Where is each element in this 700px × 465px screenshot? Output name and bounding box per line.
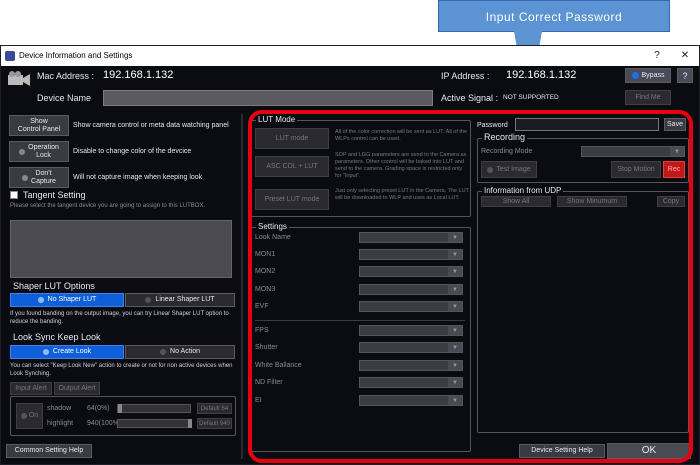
ip-value: 192.168.1.132 [506,69,577,81]
create-look-option[interactable]: Create Look [10,345,124,359]
show-control-panel-desc: Show camera control or meta data watchin… [73,122,229,129]
no-action-option[interactable]: No Action [125,345,235,359]
dont-capture-button[interactable]: Don't Capture [9,167,69,188]
active-signal-value: NOT SUPPORTED [503,94,559,101]
tangent-device-list[interactable] [10,220,232,278]
bypass-button[interactable]: Bypass [625,68,671,83]
shaper-desc: If you found banding on the output image… [10,311,229,325]
look-sync-desc: You can select "Keep Look New" action to… [10,363,233,377]
tangent-checkbox[interactable] [10,191,18,199]
operation-lock-desc: Disable to change color of the devcice [73,148,192,155]
title-bar: Device Information and Settings ? ✕ [1,46,699,66]
password-callout: Input Correct Password [438,0,670,32]
operation-lock-button[interactable]: Operation Lock [9,141,69,162]
alert-on-button[interactable]: On [16,403,43,429]
ip-label: IP Address : [441,71,490,81]
highlight-label: highlight [47,420,74,427]
alert-on-indicator [20,413,27,419]
create-look-label: Create Look [52,348,92,355]
linear-shaper-radio [145,297,152,303]
dont-capture-desc: Will not capture image when keeping look [73,174,203,181]
create-look-radio [42,349,49,355]
operation-lock-label: Operation Lock [28,143,59,159]
linear-shaper-label: Linear Shaper LUT [155,296,215,303]
find-me-button[interactable]: Find Me [625,90,671,105]
common-setting-help-button[interactable]: Common Setting Help [6,444,92,458]
highlight-slider-thumb[interactable] [188,419,192,428]
bypass-indicator [631,72,639,79]
window-title: Device Information and Settings [19,51,133,60]
shadow-default-button[interactable]: Default 64 [197,403,232,414]
alert-panel [10,396,236,436]
mac-label: Mac Address : [37,71,95,81]
app-icon [5,51,15,61]
active-signal-label: Active Signal : [441,93,499,103]
highlight-default-button[interactable]: Default 940 [197,418,232,429]
mac-value: 192.168.1.132 [103,69,174,81]
close-button[interactable]: ✕ [673,46,697,66]
shadow-label: shadow [47,405,72,412]
tab-output-alert[interactable]: Output Alert [54,382,100,395]
shadow-value: 64(0%) [87,405,110,412]
no-shaper-lut-option[interactable]: No Shaper LUT [10,293,124,307]
shadow-slider-thumb[interactable] [118,404,122,413]
no-action-radio [160,349,167,355]
operation-lock-indicator [19,148,26,155]
look-sync-title: Look Sync Keep Look [13,332,101,342]
column-divider [241,114,243,459]
highlight-frame [248,110,693,463]
highlight-slider[interactable] [117,419,192,428]
no-shaper-label: No Shaper LUT [47,296,97,303]
bypass-label: Bypass [641,71,665,79]
alert-on-label: On [28,412,39,419]
camera-icon [6,70,32,88]
show-control-panel-button[interactable]: Show Control Panel [9,115,69,136]
help-title-button[interactable]: ? [645,46,669,66]
shaper-title: Shaper LUT Options [13,281,95,291]
no-shaper-radio [37,297,44,303]
tab-input-alert[interactable]: Input Alert [10,382,52,395]
tangent-title: Tangent Setting [23,190,86,200]
device-name-input[interactable] [103,90,433,106]
header-help-button[interactable]: ? [677,68,693,83]
no-action-label: No Action [170,348,200,355]
shadow-slider[interactable] [117,404,191,413]
dont-capture-indicator [22,174,29,181]
linear-shaper-lut-option[interactable]: Linear Shaper LUT [125,293,235,307]
tangent-desc: Please select the tangent device you are… [10,203,206,209]
device-name-label: Device Name [37,93,92,103]
dont-capture-label: Don't Capture [31,169,56,185]
